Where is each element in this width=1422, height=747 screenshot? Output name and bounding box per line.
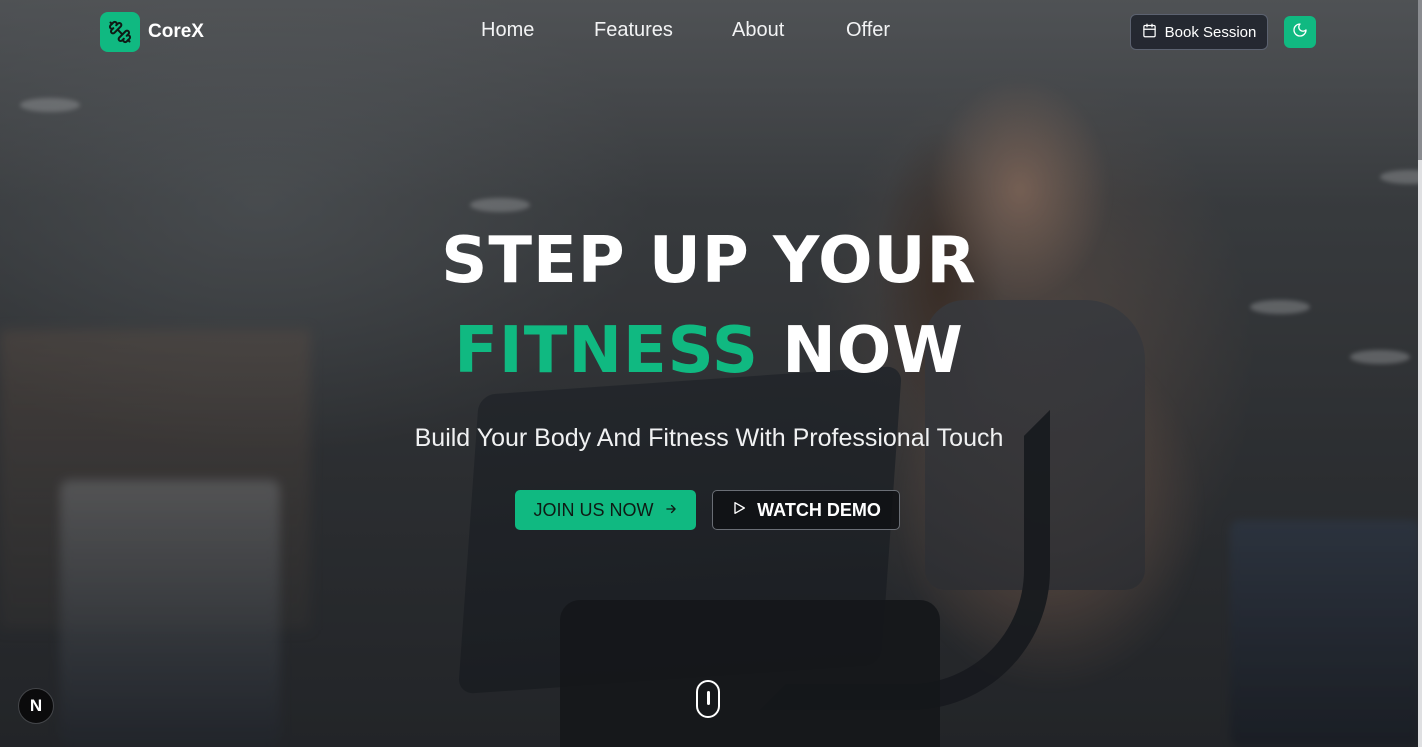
- brand-logo[interactable]: CoreX: [100, 12, 204, 52]
- nav-link-home[interactable]: Home: [481, 19, 534, 42]
- scrollbar-thumb[interactable]: [1418, 0, 1422, 160]
- theme-toggle-button[interactable]: [1284, 16, 1316, 48]
- top-navbar: CoreX Home Features About Offer Book Ses…: [0, 0, 1418, 64]
- hero-subtitle: Build Your Body And Fitness With Profess…: [414, 424, 1004, 452]
- book-session-button[interactable]: Book Session: [1130, 14, 1268, 50]
- nav-link-offer[interactable]: Offer: [846, 19, 890, 42]
- hero-headline-line1: STEP UP YOUR: [441, 224, 977, 298]
- join-us-label: JOIN US NOW: [533, 499, 654, 520]
- dumbbell-icon: [100, 12, 140, 52]
- watch-demo-label: WATCH DEMO: [757, 499, 881, 520]
- moon-icon: [1292, 22, 1308, 43]
- nav-link-features[interactable]: Features: [594, 19, 673, 42]
- brand-name: CoreX: [148, 21, 204, 42]
- page-scrollbar[interactable]: [1418, 0, 1422, 747]
- nav-link-about[interactable]: About: [732, 19, 784, 42]
- hero-headline-line2: FITNESS NOW: [0, 314, 1418, 388]
- watch-demo-button[interactable]: WATCH DEMO: [712, 490, 900, 530]
- arrow-right-icon: [664, 500, 678, 521]
- calendar-icon: [1142, 23, 1157, 42]
- book-session-label: Book Session: [1164, 23, 1257, 41]
- scroll-indicator-dot: [707, 691, 710, 705]
- dev-tools-badge[interactable]: N: [18, 688, 54, 724]
- hero-headline-accent: FITNESS: [454, 314, 759, 388]
- hero-headline-rest: NOW: [758, 314, 964, 388]
- join-us-button[interactable]: JOIN US NOW: [515, 490, 696, 530]
- mouse-icon[interactable]: [696, 680, 720, 718]
- play-icon: [731, 500, 747, 521]
